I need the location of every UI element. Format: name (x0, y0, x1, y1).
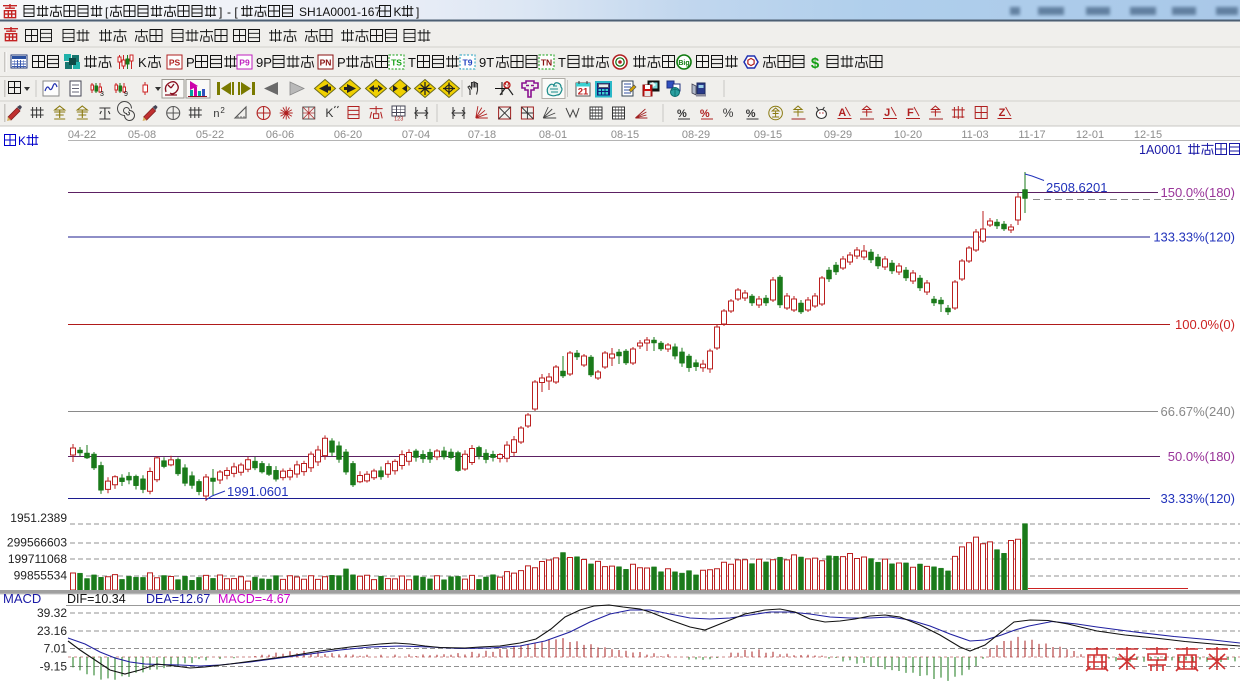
svg-text:08-15: 08-15 (611, 129, 639, 141)
svg-text:05-08: 05-08 (128, 129, 156, 141)
svg-text:1951.2389: 1951.2389 (10, 511, 67, 525)
svg-text:TS: TS (391, 58, 402, 68)
svg-text:21: 21 (578, 87, 589, 98)
svg-text:J: J (884, 107, 890, 119)
svg-text:$: $ (811, 55, 820, 72)
svg-text:MACD: MACD (3, 591, 41, 606)
svg-text:7.01: 7.01 (44, 642, 68, 656)
svg-text:150.0%(180): 150.0%(180) (1161, 185, 1235, 200)
svg-text:9T: 9T (479, 55, 494, 70)
svg-text:%: % (746, 108, 756, 120)
svg-text:T: T (558, 55, 566, 70)
svg-text:66.67%(240): 66.67%(240) (1161, 404, 1235, 419)
svg-text:]: ] (416, 5, 419, 19)
svg-text:199711068: 199711068 (8, 552, 68, 566)
svg-text:11-17: 11-17 (1018, 129, 1045, 141)
svg-text:]: ] (219, 5, 222, 19)
svg-text:SH1A0001-167: SH1A0001-167 (299, 5, 381, 19)
svg-text:1A0001: 1A0001 (1139, 143, 1182, 157)
svg-text:9: 9 (124, 91, 128, 98)
svg-text:11-03: 11-03 (961, 129, 988, 141)
svg-text:Big: Big (678, 60, 689, 67)
svg-text:TN: TN (541, 58, 552, 68)
svg-text:12-15: 12-15 (1134, 129, 1162, 141)
svg-text:123: 123 (394, 117, 403, 123)
svg-text:23.16: 23.16 (37, 624, 67, 638)
svg-text:299566603: 299566603 (7, 536, 67, 550)
svg-text:K: K (18, 134, 26, 148)
svg-text:05-22: 05-22 (196, 129, 224, 141)
svg-text:9P: 9P (256, 55, 272, 70)
svg-text:07-18: 07-18 (468, 129, 496, 141)
svg-text:06-06: 06-06 (266, 129, 294, 141)
svg-text:PS: PS (169, 58, 181, 68)
svg-text:%: % (677, 108, 687, 120)
svg-text:P: P (337, 55, 346, 70)
svg-text:09-15: 09-15 (754, 129, 782, 141)
svg-text:%: % (700, 108, 710, 120)
svg-text:K: K (325, 106, 333, 120)
svg-text:2: 2 (220, 106, 225, 115)
svg-text:-9.15: -9.15 (40, 660, 68, 674)
svg-text:133.33%(120): 133.33%(120) (1153, 230, 1235, 245)
svg-text:PN: PN (320, 58, 332, 68)
svg-text:2508.6201: 2508.6201 (1046, 180, 1107, 195)
svg-text:F: F (907, 107, 914, 119)
svg-text:1991.0601: 1991.0601 (227, 484, 288, 499)
svg-text:A: A (838, 107, 846, 119)
svg-text:3: 3 (100, 91, 104, 98)
svg-text:33.33%(120): 33.33%(120) (1161, 491, 1235, 506)
svg-text:08-01: 08-01 (539, 129, 567, 141)
svg-text:T: T (408, 55, 416, 70)
svg-text:100.0%(0): 100.0%(0) (1175, 317, 1235, 332)
svg-text:%: % (723, 106, 734, 120)
svg-text:K: K (138, 55, 147, 70)
svg-text:06-20: 06-20 (334, 129, 362, 141)
svg-text:n: n (213, 108, 219, 120)
svg-text:T9: T9 (463, 58, 473, 68)
svg-text:99855534: 99855534 (14, 569, 68, 583)
svg-text:10-20: 10-20 (894, 129, 922, 141)
svg-text:39.32: 39.32 (37, 606, 67, 620)
svg-text:MACD=-4.67: MACD=-4.67 (218, 592, 291, 606)
svg-text:08-29: 08-29 (682, 129, 710, 141)
svg-text:04-22: 04-22 (68, 129, 96, 141)
svg-text:DEA=12.67: DEA=12.67 (146, 592, 210, 606)
svg-text:- [: - [ (227, 5, 238, 19)
svg-text:09-29: 09-29 (824, 129, 852, 141)
svg-text:12-01: 12-01 (1076, 129, 1104, 141)
svg-text:P: P (186, 55, 195, 70)
svg-text:Z: Z (999, 107, 1006, 119)
svg-text:50.0%(180): 50.0%(180) (1168, 449, 1235, 464)
svg-text:07-04: 07-04 (402, 129, 430, 141)
svg-text:P9: P9 (239, 58, 250, 68)
svg-text:DIF=10.34: DIF=10.34 (67, 592, 126, 606)
svg-text:K: K (394, 5, 402, 19)
